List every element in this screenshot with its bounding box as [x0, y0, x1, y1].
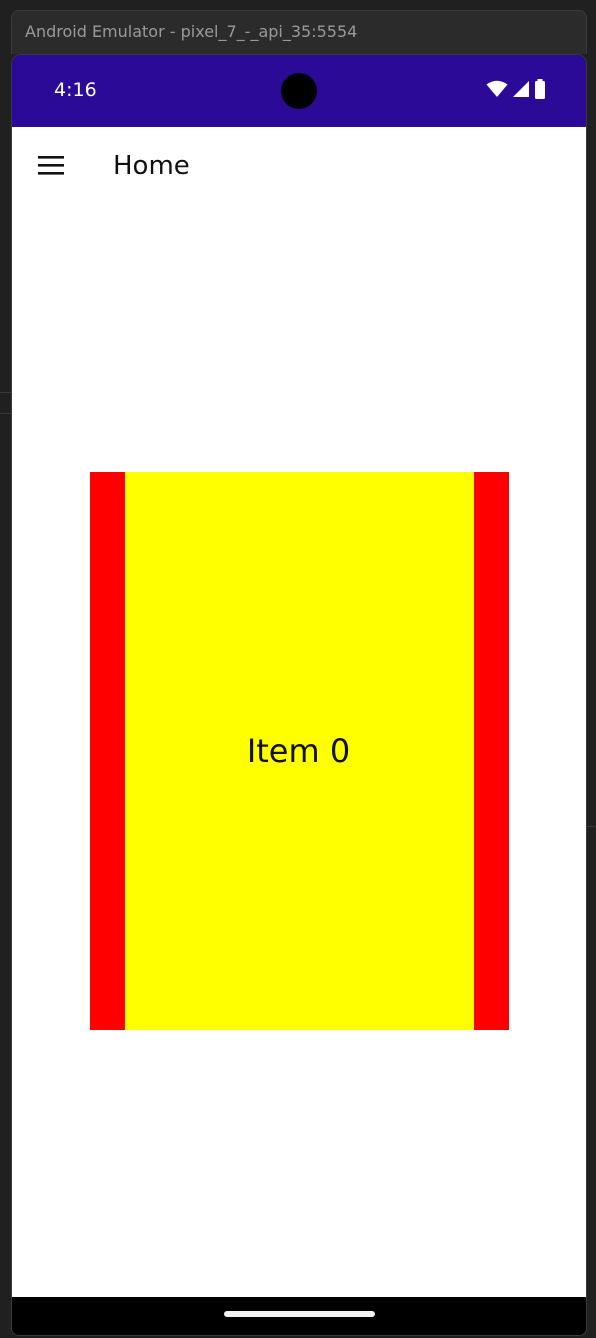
carousel-item-label: Item 0: [246, 732, 351, 770]
hamburger-menu-icon[interactable]: [34, 153, 66, 181]
background-divider: [587, 826, 596, 1326]
status-time: 4:16: [54, 79, 97, 101]
carousel-item[interactable]: Item 0: [90, 472, 509, 1030]
wifi-icon: [486, 80, 508, 103]
page-title: Home: [113, 151, 190, 181]
battery-icon: [534, 78, 546, 104]
navigation-bar: [12, 1297, 586, 1335]
cellular-signal-icon: [512, 80, 530, 103]
app-bar: Home: [12, 127, 586, 207]
status-bar: 4:16: [12, 55, 586, 127]
emulator-window: Android Emulator - pixel_7_-_api_35:5554…: [0, 0, 596, 1338]
status-icons: [486, 78, 546, 104]
background-divider: [0, 392, 11, 414]
carousel-item-body: Item 0: [125, 472, 474, 1030]
device-screen: 4:16 Home Item 0: [11, 54, 587, 1336]
window-title: Android Emulator - pixel_7_-_api_35:5554: [25, 22, 358, 41]
camera-cutout: [281, 73, 317, 109]
window-titlebar[interactable]: Android Emulator - pixel_7_-_api_35:5554: [11, 10, 587, 54]
home-indicator[interactable]: [224, 1311, 375, 1317]
content-area: Item 0: [12, 207, 586, 1297]
